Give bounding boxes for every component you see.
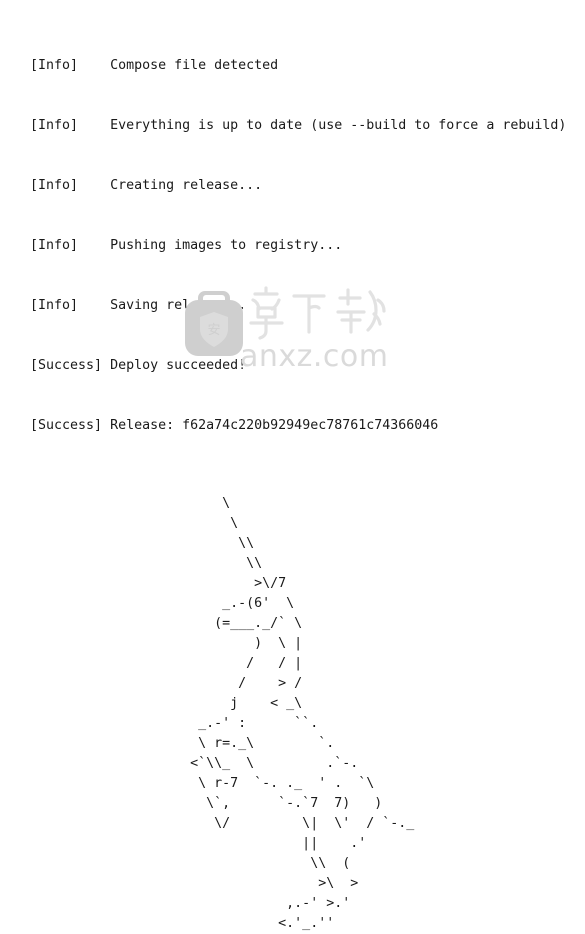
log-message: Pushing images to registry... [110,238,343,253]
log-level-tag: [Success] [30,358,111,373]
whale-ascii-art: \ \ \\ \\ >\/7 _.-(6' \ (=___._/` \) \ … [190,496,415,931]
deploy-log: [Info] Compose file detected [Info] Ever… [0,16,585,476]
log-message: Deploy succeeded! [110,358,247,373]
log-message: Compose file detected [110,58,279,73]
log-level-tag: [Info] [30,238,111,253]
log-level-tag: [Success] [30,418,111,433]
log-line: [Success] Release: f62a74c220b92949ec787… [30,416,585,436]
log-line: [Info] Everything is up to date (use --b… [30,116,585,136]
log-message: Release: f62a74c220b92949ec78761c7436604… [110,418,439,433]
log-level-tag: [Info] [30,118,111,133]
log-level-tag: [Info] [30,178,111,193]
log-line: [Info] Compose file detected [30,56,585,76]
log-message: Saving release... [110,298,247,313]
log-line: [Info] Saving release... [30,296,585,316]
log-level-tag: [Info] [30,298,111,313]
log-level-tag: [Info] [30,58,111,73]
console-output: [Info] Compose file detected [Info] Ever… [0,0,585,931]
log-message: Everything is up to date (use --build to… [110,118,567,133]
log-line: [Success] Deploy succeeded! [30,356,585,376]
log-line: [Info] Pushing images to registry... [30,236,585,256]
log-line: [Info] Creating release... [30,176,585,196]
log-message: Creating release... [110,178,263,193]
